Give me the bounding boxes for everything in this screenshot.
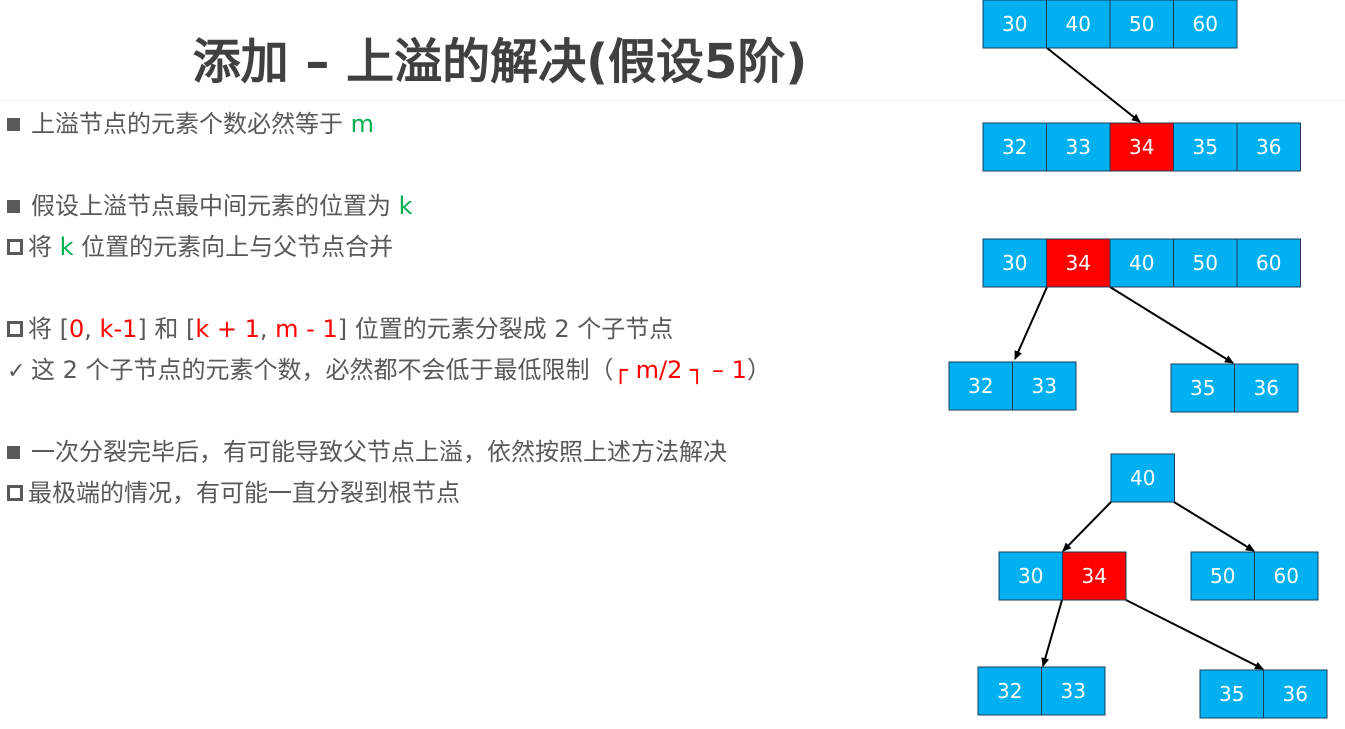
key-label: 34 <box>1066 251 1091 275</box>
key-label: 36 <box>1283 682 1308 706</box>
key-label: 60 <box>1256 251 1281 275</box>
key-label: 34 <box>1129 135 1154 159</box>
tree-edge-arrow <box>1046 47 1141 123</box>
key-label: 50 <box>1210 564 1235 588</box>
stage2-merged-node: 30 34 40 50 60 <box>982 238 1301 288</box>
stage3-right-node: 50 60 <box>1190 551 1319 601</box>
stage3-left-left-node: 32 33 <box>977 666 1106 716</box>
stage3-left-right-node: 35 36 <box>1199 669 1328 719</box>
key-label: 32 <box>997 679 1022 703</box>
key-label: 32 <box>1002 135 1027 159</box>
key-label: 33 <box>1032 374 1057 398</box>
key-label: 30 <box>1018 564 1043 588</box>
key-label: 30 <box>1002 12 1027 36</box>
key-label: 50 <box>1193 251 1218 275</box>
stage2-right-child-node: 35 36 <box>1170 363 1299 413</box>
stage1-overflow-node: 32 33 34 35 36 <box>982 122 1301 172</box>
tree-edge-arrow <box>1125 599 1264 670</box>
key-label: 33 <box>1061 679 1086 703</box>
tree-edge-arrow <box>1173 501 1255 552</box>
key-label: 35 <box>1219 682 1244 706</box>
stage1-parent-node: 30 40 50 60 <box>982 0 1238 49</box>
tree-nodes: 30 40 50 6032 33 34 35 3630 34 40 50 6032 33 35 364030… <box>948 0 1328 719</box>
key-label: 30 <box>1002 251 1027 275</box>
key-label: 36 <box>1254 376 1279 400</box>
key-label: 36 <box>1256 135 1281 159</box>
tree-edge-arrow <box>1041 599 1063 667</box>
key-label: 33 <box>1066 135 1091 159</box>
key-label: 35 <box>1193 135 1218 159</box>
stage2-left-child-node: 32 33 <box>948 361 1077 411</box>
key-label: 40 <box>1130 466 1155 490</box>
tree-edge-arrow <box>1109 286 1234 364</box>
key-label: 34 <box>1082 564 1107 588</box>
key-label: 50 <box>1129 12 1154 36</box>
key-label: 35 <box>1190 376 1215 400</box>
key-label: 60 <box>1193 12 1218 36</box>
tree-edge-arrow <box>1014 286 1048 360</box>
btree-diagram: 30 40 50 6032 33 34 35 3630 34 40 50 6032 33 35 364030… <box>948 0 1328 719</box>
key-label: 40 <box>1066 12 1091 36</box>
stage3-root-node: 40 <box>1110 453 1175 503</box>
stage3-left-node: 30 34 <box>998 551 1127 601</box>
tree-edge-arrow <box>1062 501 1112 552</box>
key-label: 32 <box>968 374 993 398</box>
key-label: 60 <box>1274 564 1299 588</box>
key-label: 40 <box>1129 251 1154 275</box>
